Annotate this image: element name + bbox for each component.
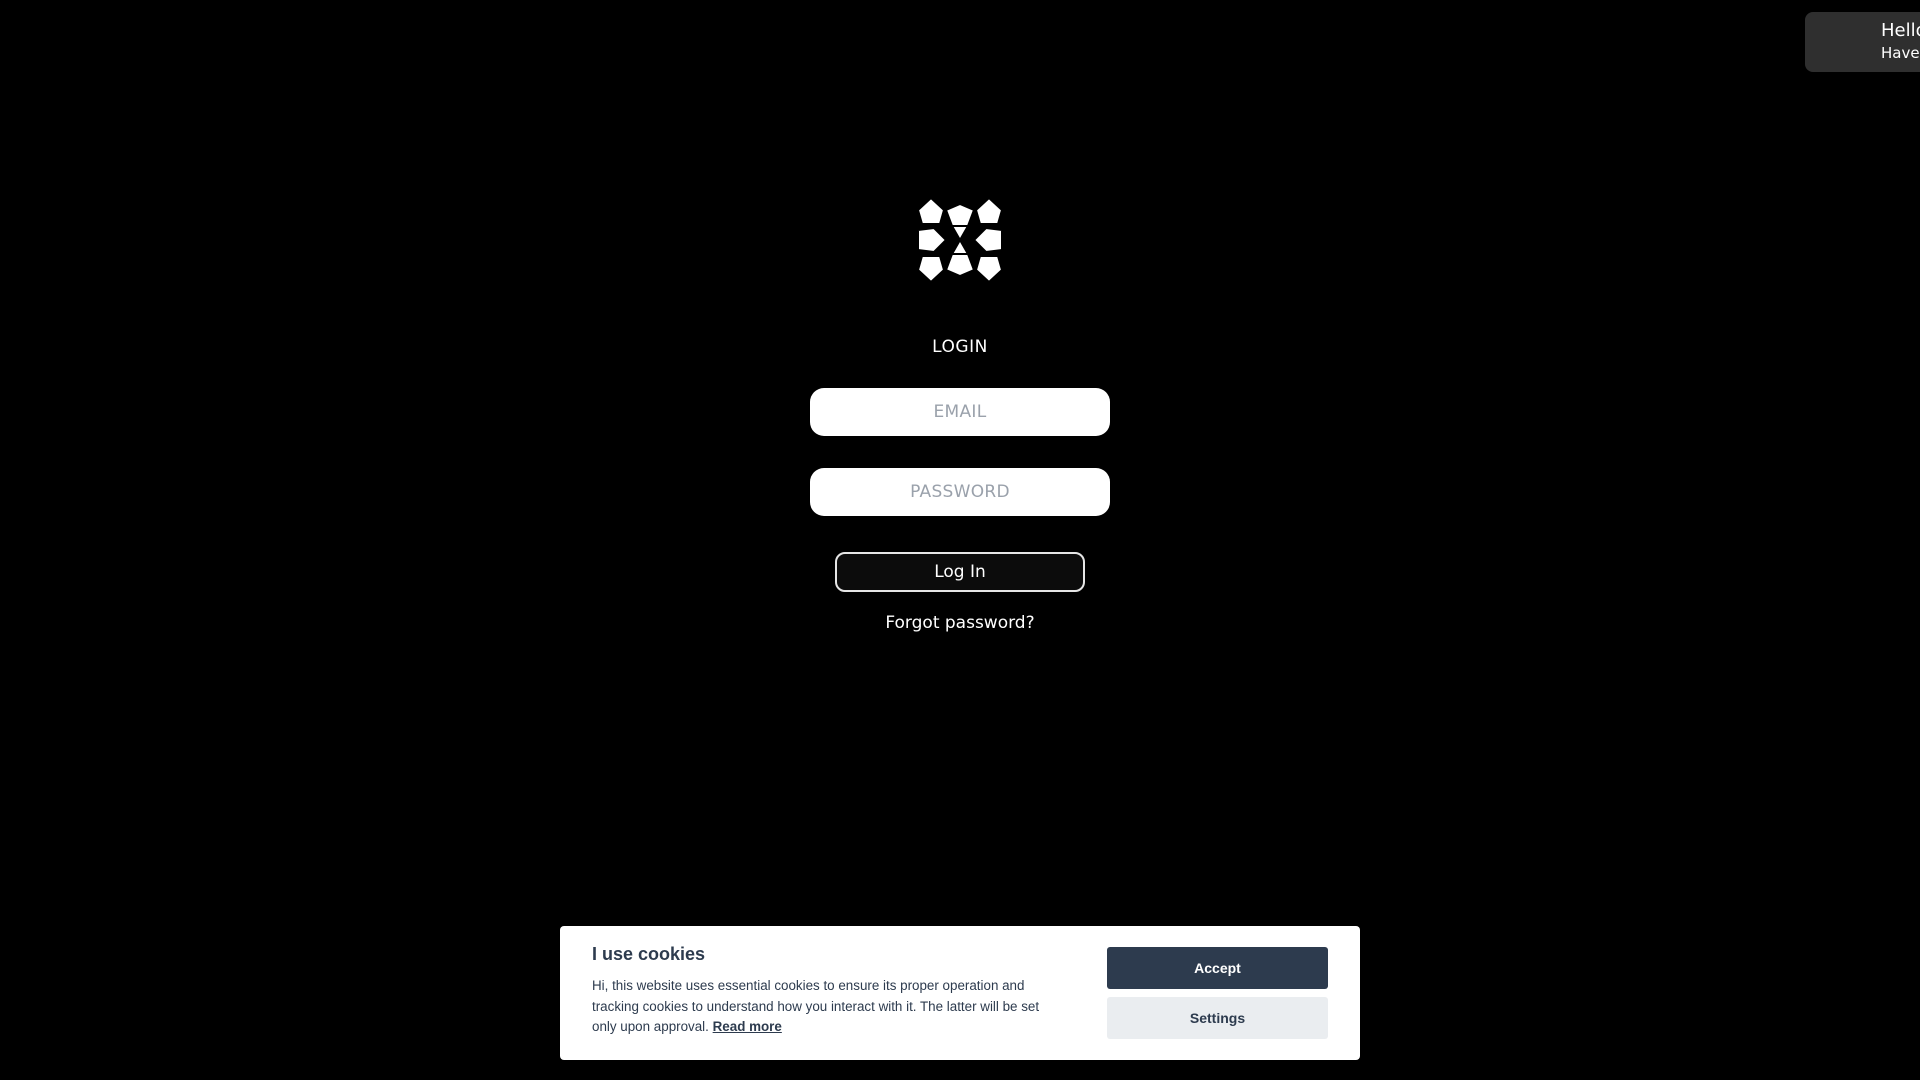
forgot-password-row: Forgot password? (0, 611, 1920, 635)
cookie-description-text: Hi, this website uses essential cookies … (592, 978, 1040, 1034)
login-page: Hello Have LOGIN Log In Forgot password?… (0, 0, 1920, 1080)
logo-icon (917, 197, 1003, 283)
email-field[interactable] (810, 388, 1110, 436)
notification-toast[interactable]: Hello Have (1805, 12, 1920, 72)
read-more-link[interactable]: Read more (713, 1019, 782, 1034)
forgot-password-link[interactable]: Forgot password? (885, 613, 1034, 633)
toast-body: Have (1881, 44, 1920, 62)
password-field[interactable] (810, 468, 1110, 516)
cookie-banner: I use cookies Hi, this website uses esse… (560, 926, 1360, 1060)
cookie-settings-button[interactable]: Settings (1107, 997, 1328, 1039)
login-button[interactable]: Log In (835, 552, 1085, 592)
cookie-title: I use cookies (592, 944, 706, 964)
accept-cookies-button[interactable]: Accept (1107, 947, 1328, 989)
login-heading: LOGIN (932, 337, 988, 357)
toast-title: Hello (1881, 20, 1920, 41)
cookie-description: Hi, this website uses essential cookies … (592, 976, 1052, 1038)
